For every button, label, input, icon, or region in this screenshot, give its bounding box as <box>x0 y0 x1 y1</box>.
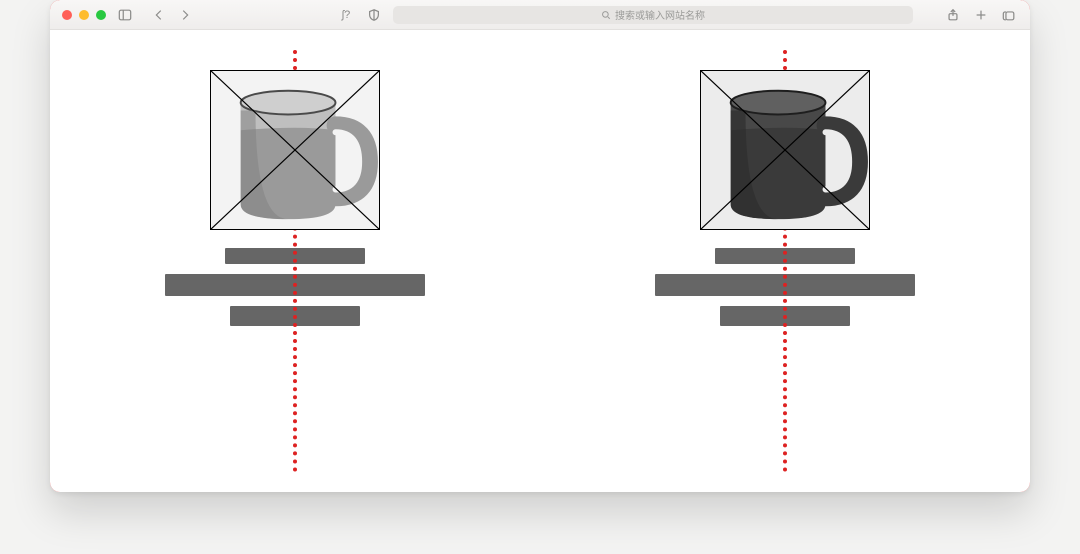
product-column-1 <box>50 30 540 492</box>
tabs-overview-icon[interactable] <box>1000 6 1018 24</box>
nav-arrows <box>150 6 194 24</box>
close-window-button[interactable] <box>62 10 72 20</box>
product-image-placeholder <box>210 70 380 230</box>
minimize-window-button[interactable] <box>79 10 89 20</box>
address-bar[interactable]: 搜索或输入网站名称 <box>393 6 913 24</box>
back-button[interactable] <box>150 6 168 24</box>
sidebar-toggle-icon[interactable] <box>116 6 134 24</box>
product-image-placeholder <box>700 70 870 230</box>
new-tab-icon[interactable] <box>972 6 990 24</box>
window-controls <box>62 10 106 20</box>
placeholder-cross-icon <box>701 71 869 229</box>
reader-glyph: ʃ? <box>342 9 351 21</box>
privacy-shield-icon[interactable] <box>365 6 383 24</box>
product-column-2 <box>540 30 1030 492</box>
search-icon <box>601 10 611 20</box>
browser-window: ʃ? 搜索或输入网站名称 <box>50 0 1030 492</box>
toolbar-right <box>944 6 1018 24</box>
zoom-window-button[interactable] <box>96 10 106 20</box>
browser-titlebar: ʃ? 搜索或输入网站名称 <box>50 0 1030 30</box>
toolbar-center: ʃ? 搜索或输入网站名称 <box>324 6 926 24</box>
forward-button[interactable] <box>176 6 194 24</box>
page-content <box>50 30 1030 492</box>
text-size-icon[interactable]: ʃ? <box>337 6 355 24</box>
address-placeholder: 搜索或输入网站名称 <box>615 7 705 22</box>
placeholder-cross-icon <box>211 71 379 229</box>
share-icon[interactable] <box>944 6 962 24</box>
